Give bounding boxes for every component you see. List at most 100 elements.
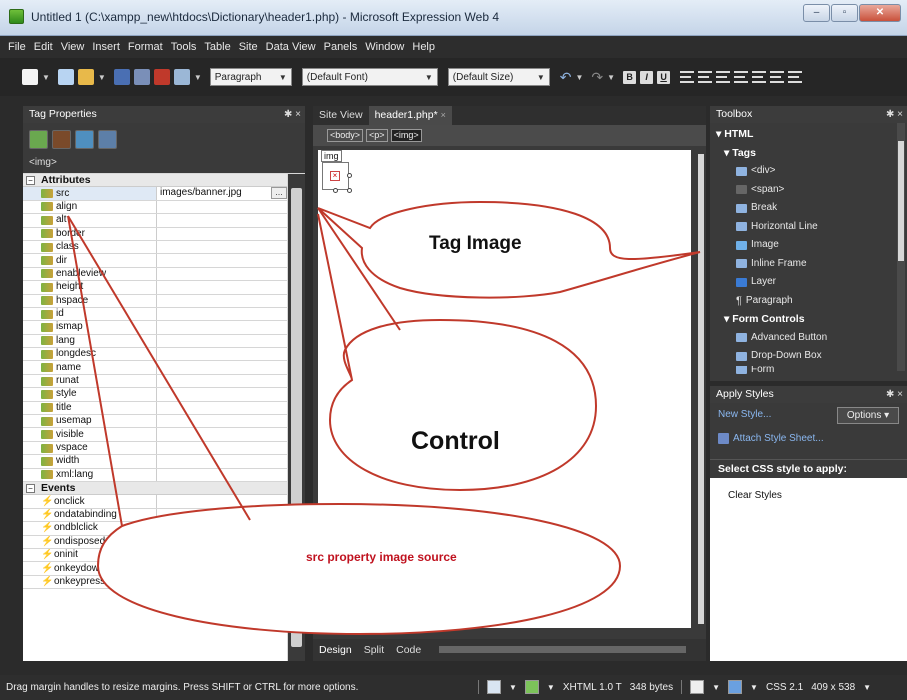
underline-button[interactable]: U	[657, 70, 671, 84]
menu-panels[interactable]: Panels	[320, 41, 362, 53]
menu-view[interactable]: View	[57, 41, 89, 53]
browse-button[interactable]: …	[271, 187, 287, 200]
menu-edit[interactable]: Edit	[30, 41, 57, 53]
chevron-down-icon[interactable]: ▼	[42, 73, 50, 82]
open-folder-icon[interactable]	[77, 69, 94, 85]
italic-button[interactable]: I	[640, 70, 654, 84]
breadcrumb-body[interactable]: <body>	[327, 129, 364, 142]
property-value[interactable]	[157, 214, 287, 226]
maximize-button[interactable]: ▫	[831, 4, 858, 22]
property-row-align[interactable]: align	[23, 200, 287, 215]
property-row-src[interactable]: src images/banner.jpg…	[23, 187, 287, 201]
image-placeholder[interactable]: ×	[322, 162, 352, 193]
event-value[interactable]	[157, 495, 287, 507]
align-center-icon[interactable]	[698, 71, 713, 83]
property-value[interactable]	[157, 415, 287, 427]
pin-close-icon[interactable]: ✱ ×	[886, 106, 903, 123]
property-row-hspace[interactable]: hspace	[23, 294, 287, 308]
clear-styles-item[interactable]: Clear Styles	[710, 478, 907, 501]
property-row-alt[interactable]: alt	[23, 214, 287, 228]
chevron-down-icon[interactable]: ▼	[509, 683, 517, 692]
menu-table[interactable]: Table	[200, 41, 234, 53]
tab-site-view[interactable]: Site View	[313, 106, 369, 125]
toolbox-item-advanced-button[interactable]: Advanced Button	[710, 329, 907, 348]
menu-window[interactable]: Window	[361, 41, 408, 53]
show-set-properties-icon[interactable]	[75, 129, 94, 149]
property-row-class[interactable]: class	[23, 240, 287, 255]
editor-hscrollbar[interactable]	[439, 646, 686, 653]
breadcrumb-img[interactable]: <img>	[390, 129, 422, 142]
property-value[interactable]	[157, 469, 287, 481]
scrollbar-thumb[interactable]	[898, 141, 904, 261]
style-select[interactable]: Paragraph ▼	[209, 68, 292, 86]
tag-properties-icon[interactable]	[98, 129, 117, 149]
event-row-ondatabinding[interactable]: ⚡ ondatabinding	[23, 508, 287, 523]
property-value[interactable]	[157, 268, 287, 280]
toolbox-item-form[interactable]: Form	[710, 365, 907, 374]
property-value[interactable]	[157, 402, 287, 414]
event-value[interactable]	[157, 576, 287, 588]
pin-close-icon[interactable]: ✱ ×	[284, 106, 301, 123]
close-tab-icon[interactable]: ×	[441, 110, 446, 120]
event-row-ondblclick[interactable]: ⚡ ondblclick	[23, 522, 287, 536]
property-row-xml-lang[interactable]: xml:lang	[23, 468, 287, 482]
close-button[interactable]: ✕	[859, 4, 901, 22]
property-value[interactable]	[157, 348, 287, 360]
property-value[interactable]	[157, 428, 287, 440]
options-button[interactable]: Options ▾	[837, 407, 899, 424]
property-row-title[interactable]: title	[23, 401, 287, 416]
property-value[interactable]	[157, 321, 287, 333]
toolbox-scrollbar[interactable]	[897, 123, 905, 371]
property-row-ismap[interactable]: ismap	[23, 321, 287, 335]
chevron-down-icon[interactable]: ▼	[576, 73, 584, 82]
font-select[interactable]: (Default Font) ▼	[301, 68, 438, 86]
property-value[interactable]	[157, 335, 287, 347]
css-version-indicator[interactable]: CSS 2.1	[766, 682, 803, 693]
minimize-button[interactable]: –	[803, 4, 830, 22]
tab-code[interactable]: Code	[396, 644, 421, 656]
menu-format[interactable]: Format	[124, 41, 167, 53]
save-icon[interactable]	[113, 69, 130, 85]
bold-button[interactable]: B	[623, 70, 637, 84]
section-attributes[interactable]: − Attributes	[23, 174, 287, 188]
event-value[interactable]	[157, 536, 287, 548]
new-page-icon[interactable]	[22, 69, 38, 85]
toolbox-item-horizontal-line[interactable]: Horizontal Line	[710, 218, 907, 237]
property-value[interactable]	[157, 254, 287, 266]
event-row-oninit[interactable]: ⚡ oninit	[23, 548, 287, 563]
toolbox-item-image[interactable]: Image	[710, 236, 907, 255]
property-row-longdesc[interactable]: longdesc	[23, 348, 287, 362]
property-value[interactable]	[157, 295, 287, 307]
zoom-icon[interactable]	[690, 680, 705, 694]
section-events[interactable]: − Events	[23, 481, 287, 496]
event-value[interactable]	[157, 509, 287, 521]
menu-insert[interactable]: Insert	[88, 41, 124, 53]
tab-design[interactable]: Design	[319, 644, 352, 656]
property-row-border[interactable]: border	[23, 227, 287, 241]
event-row-onkeypress[interactable]: ⚡ onkeypress	[23, 575, 287, 590]
menu-tools[interactable]: Tools	[167, 41, 201, 53]
property-value[interactable]: images/banner.jpg…	[157, 187, 287, 200]
numbered-list-icon[interactable]	[734, 71, 749, 83]
property-value[interactable]	[157, 361, 287, 373]
event-value[interactable]	[157, 522, 287, 534]
toolbox-section-tags[interactable]: ▾ Tags	[710, 144, 907, 163]
toolbox-item-span[interactable]: <span>	[710, 181, 907, 200]
chevron-down-icon[interactable]: ▼	[863, 683, 871, 692]
categorized-view-icon[interactable]	[29, 129, 48, 149]
sharepoint-icon[interactable]	[153, 69, 170, 85]
chevron-down-icon[interactable]: ▼	[547, 683, 555, 692]
property-value[interactable]	[157, 388, 287, 400]
tab-split[interactable]: Split	[364, 644, 384, 656]
property-row-style[interactable]: style	[23, 388, 287, 402]
chevron-down-icon[interactable]: ▼	[98, 73, 106, 82]
property-row-vspace[interactable]: vspace	[23, 441, 287, 456]
img-tag-chip[interactable]: img	[321, 150, 342, 162]
publish-icon[interactable]	[133, 69, 150, 85]
event-row-onclick[interactable]: ⚡ onclick	[23, 495, 287, 509]
toolbox-item-inline-frame[interactable]: Inline Frame	[710, 255, 907, 274]
breadcrumb-p[interactable]: <p>	[366, 129, 388, 142]
property-value[interactable]	[157, 442, 287, 454]
menu-data-view[interactable]: Data View	[262, 41, 320, 53]
property-row-lang[interactable]: lang	[23, 334, 287, 349]
